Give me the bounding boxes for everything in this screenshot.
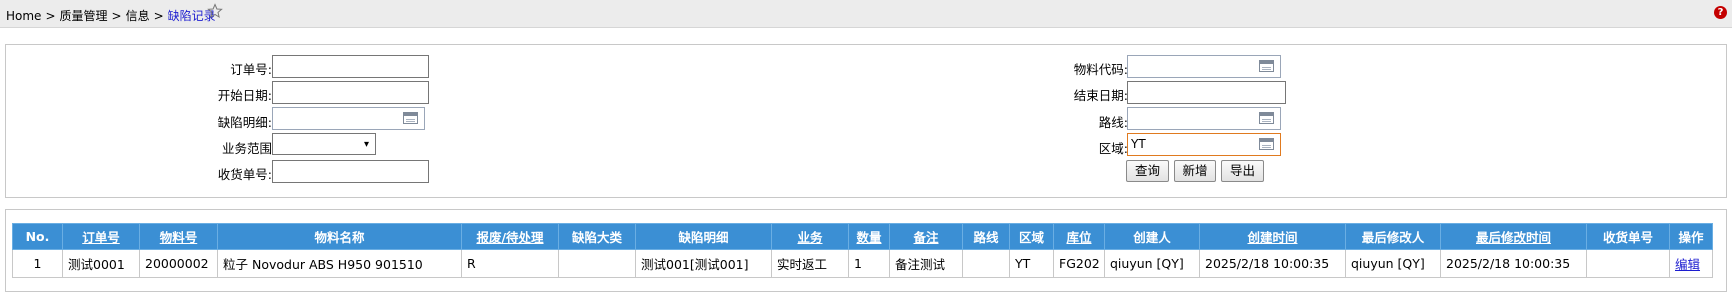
cell-receipt-no [1586, 249, 1670, 278]
area-picker[interactable]: YT [1127, 133, 1281, 156]
cell-last-modified-time: 2025/2/18 10:00:35 [1440, 249, 1587, 278]
breadcrumb-separator: > [45, 9, 56, 23]
route-label: 路线: [1098, 115, 1128, 130]
cell-created-time: 2025/2/18 10:00:35 [1199, 249, 1346, 278]
cell-last-modifier: qiuyun [QY] [1345, 249, 1441, 278]
cell-business: 实时返工 [771, 249, 849, 278]
column-header-order-no[interactable]: 订单号 [62, 223, 140, 250]
column-header-defect-detail: 缺陷明细 [635, 223, 772, 250]
column-header-route: 路线 [962, 223, 1010, 250]
end-date-input[interactable] [1127, 81, 1286, 104]
cell-location: FG202 [1053, 249, 1105, 278]
order-no-input[interactable] [272, 55, 429, 78]
star-icon[interactable] [207, 3, 223, 19]
business-scope-select[interactable]: ▾ [272, 133, 376, 155]
column-header-scrap-pending[interactable]: 报废/待处理 [461, 223, 559, 250]
top-bar: Home > 质量管理 > 信息 > 缺陷记录 ? [0, 0, 1732, 28]
column-header-last-modified-time[interactable]: 最后修改时间 [1440, 223, 1587, 250]
cell-actions: 编辑 [1669, 249, 1713, 278]
cell-area: YT [1009, 249, 1054, 278]
results-panel: No. 订单号 物料号 物料名称 报废/待处理 缺陷大类 缺陷明细 业务 数量 … [5, 209, 1727, 292]
business-scope-label: 业务范围 [221, 141, 272, 156]
column-header-location[interactable]: 库位 [1053, 223, 1105, 250]
results-table: No. 订单号 物料号 物料名称 报废/待处理 缺陷大类 缺陷明细 业务 数量 … [12, 223, 1713, 278]
calendar-icon[interactable] [1259, 112, 1274, 124]
add-button[interactable]: 新增 [1174, 160, 1216, 182]
breadcrumb: Home > 质量管理 > 信息 > 缺陷记录 [6, 7, 216, 24]
cell-no: 1 [12, 249, 63, 278]
cell-scrap-pending: R [461, 249, 559, 278]
defect-detail-picker[interactable] [272, 107, 425, 130]
column-header-no: No. [12, 223, 63, 250]
defect-detail-label: 缺陷明细: [217, 115, 272, 130]
column-header-creator: 创建人 [1104, 223, 1200, 250]
route-picker[interactable] [1127, 107, 1281, 130]
breadcrumb-separator: > [153, 9, 164, 23]
material-code-picker[interactable] [1127, 55, 1281, 78]
help-icon[interactable]: ? [1714, 6, 1727, 19]
table-header-row: No. 订单号 物料号 物料名称 报废/待处理 缺陷大类 缺陷明细 业务 数量 … [12, 223, 1713, 250]
start-date-label: 开始日期: [217, 88, 272, 103]
column-header-material-no[interactable]: 物料号 [139, 223, 218, 250]
column-header-quantity[interactable]: 数量 [848, 223, 890, 250]
receipt-no-input[interactable] [272, 160, 429, 183]
cell-quantity: 1 [848, 249, 890, 278]
material-code-label: 物料代码: [1073, 62, 1128, 77]
area-label: 区域: [1098, 141, 1128, 156]
calendar-icon[interactable] [1259, 138, 1274, 150]
receipt-no-label: 收货单号: [217, 167, 272, 182]
column-header-last-modifier: 最后修改人 [1345, 223, 1441, 250]
breadcrumb-home[interactable]: Home [6, 9, 41, 23]
cell-defect-category [558, 249, 636, 278]
cell-material-name: 粒子 Novodur ABS H950 901510 [217, 249, 462, 278]
table-row: 1 测试0001 20000002 粒子 Novodur ABS H950 90… [12, 249, 1713, 278]
area-value: YT [1131, 137, 1146, 151]
order-no-label: 订单号: [230, 62, 272, 77]
breadcrumb-separator: > [111, 9, 122, 23]
edit-link[interactable]: 编辑 [1675, 257, 1700, 272]
export-button[interactable]: 导出 [1221, 160, 1264, 182]
cell-route [962, 249, 1010, 278]
column-header-actions: 操作 [1669, 223, 1713, 250]
column-header-defect-category: 缺陷大类 [558, 223, 636, 250]
chevron-down-icon: ▾ [363, 139, 369, 150]
column-header-business[interactable]: 业务 [771, 223, 849, 250]
end-date-label: 结束日期: [1073, 88, 1128, 103]
breadcrumb-quality[interactable]: 质量管理 [60, 9, 108, 23]
calendar-icon[interactable] [1259, 60, 1274, 72]
cell-creator: qiuyun [QY] [1104, 249, 1200, 278]
column-header-area: 区域 [1009, 223, 1054, 250]
calendar-icon[interactable] [403, 112, 418, 124]
column-header-remark[interactable]: 备注 [889, 223, 963, 250]
query-button[interactable]: 查询 [1126, 160, 1169, 182]
search-panel: 订单号: 开始日期: 缺陷明细: 业务范围 ▾ 收货单号: 物料代码: 结束日期… [5, 44, 1727, 198]
start-date-input[interactable] [272, 81, 429, 104]
cell-material-no: 20000002 [139, 249, 218, 278]
cell-defect-detail: 测试001[测试001] [635, 249, 772, 278]
cell-remark: 备注测试 [889, 249, 963, 278]
column-header-material-name: 物料名称 [217, 223, 462, 250]
cell-order-no: 测试0001 [62, 249, 140, 278]
column-header-receipt-no: 收货单号 [1586, 223, 1670, 250]
column-header-created-time[interactable]: 创建时间 [1199, 223, 1346, 250]
breadcrumb-info[interactable]: 信息 [126, 9, 150, 23]
